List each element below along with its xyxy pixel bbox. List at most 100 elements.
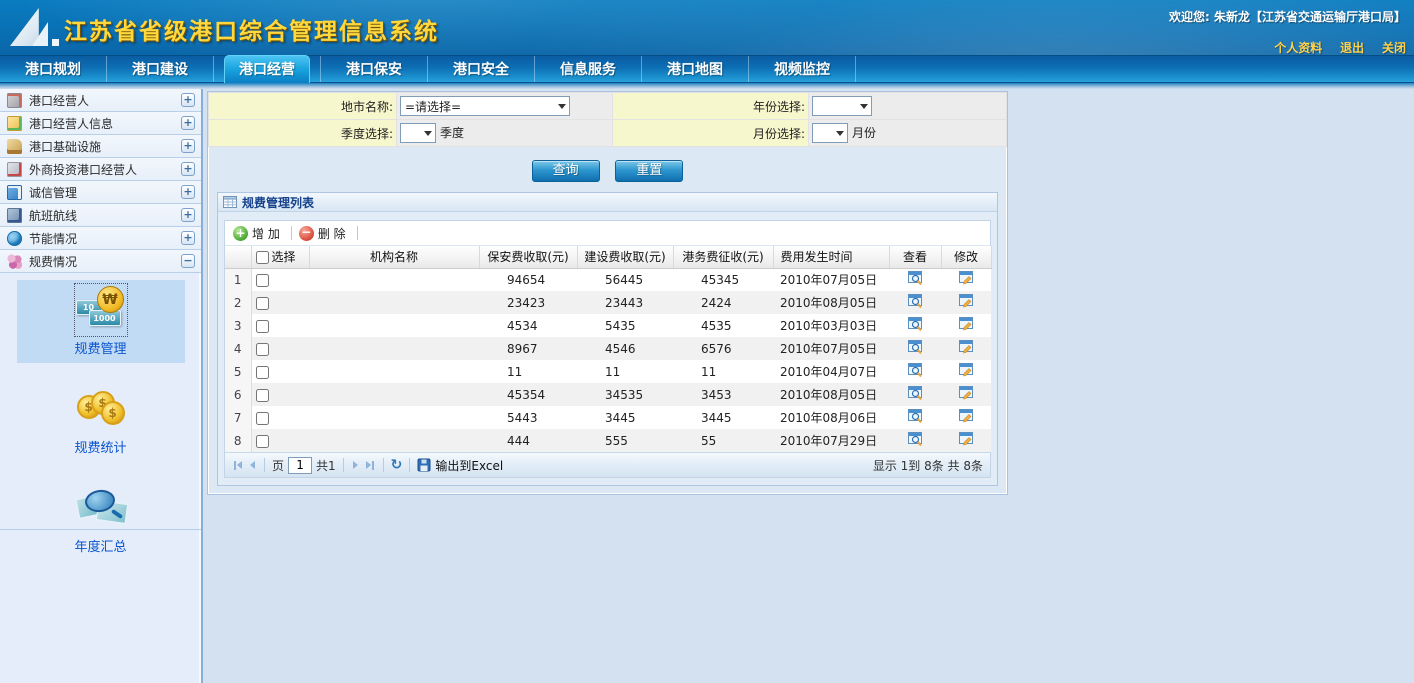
view-icon[interactable]	[908, 271, 923, 286]
date-cell: 2010年07月05日	[773, 268, 889, 291]
view-icon[interactable]	[908, 386, 923, 401]
table-row[interactable]: 6453543453534532010年08月05日	[225, 383, 991, 406]
row-number: 4	[225, 337, 251, 360]
tab-info-service[interactable]: 信息服务	[535, 56, 642, 82]
table-row[interactable]: 51111112010年04月07日	[225, 360, 991, 383]
fees-submenu: 10 1000 ₩ 规费管理 $ $ $ 规费统计	[0, 273, 201, 561]
city-select[interactable]: =请选择=	[400, 96, 570, 116]
table-row[interactable]: 19465456445453452010年07月05日	[225, 268, 991, 291]
security-fee-cell: 23423	[479, 291, 577, 314]
sidebar-item-energy-saving[interactable]: 节能情况 +	[0, 227, 201, 250]
port-fee-cell: 2424	[673, 291, 773, 314]
port-fee-cell: 4535	[673, 314, 773, 337]
row-number: 5	[225, 360, 251, 383]
row-number: 6	[225, 383, 251, 406]
expand-toggle[interactable]: +	[181, 93, 195, 107]
row-checkbox[interactable]	[256, 435, 269, 448]
port-fee-cell: 6576	[673, 337, 773, 360]
logo-dot	[52, 39, 59, 46]
expand-toggle[interactable]: +	[181, 116, 195, 130]
flight-routes-icon	[7, 208, 22, 223]
close-link[interactable]: 关闭	[1382, 41, 1406, 55]
tab-port-security[interactable]: 港口保安	[321, 56, 428, 82]
tab-port-map[interactable]: 港口地图	[642, 56, 749, 82]
sidebar-item-operator-info[interactable]: 港口经营人信息 +	[0, 112, 201, 135]
welcome-text: 欢迎您: 朱新龙【江苏省交通运输厅港口局】	[1169, 8, 1406, 25]
collapse-toggle[interactable]: −	[181, 254, 195, 268]
view-icon[interactable]	[908, 340, 923, 355]
next-page-button[interactable]	[351, 459, 360, 471]
sidebar-item-integrity[interactable]: 诚信管理 +	[0, 181, 201, 204]
view-icon[interactable]	[908, 409, 923, 424]
row-checkbox[interactable]	[256, 343, 269, 356]
add-button[interactable]: + 增 加	[231, 225, 286, 242]
reset-button[interactable]: 重置	[615, 160, 683, 182]
date-cell: 2010年08月05日	[773, 383, 889, 406]
row-checkbox[interactable]	[256, 389, 269, 402]
tab-port-safety[interactable]: 港口安全	[428, 56, 535, 82]
pager: 页 共1 ↻	[225, 452, 990, 477]
row-checkbox[interactable]	[256, 274, 269, 287]
expand-toggle[interactable]: +	[181, 231, 195, 245]
tab-video-monitor[interactable]: 视频监控	[749, 56, 856, 82]
sidebar-item-infrastructure[interactable]: 港口基础设施 +	[0, 135, 201, 158]
sidebar: 港口经营人 + 港口经营人信息 + 港口基础设施 + 外商投资港口经营人 + 诚…	[0, 89, 203, 683]
prev-page-button[interactable]	[248, 459, 257, 471]
delete-button[interactable]: − 删 除	[297, 225, 352, 242]
tab-port-construction[interactable]: 港口建设	[107, 56, 214, 82]
view-icon[interactable]	[908, 317, 923, 332]
last-page-button[interactable]	[364, 459, 376, 472]
month-select[interactable]	[812, 123, 848, 143]
expand-toggle[interactable]: +	[181, 139, 195, 153]
profile-link[interactable]: 个人资料	[1274, 41, 1322, 55]
col-security-fee: 保安费收取(元)	[479, 246, 577, 268]
table-row[interactable]: 2234232344324242010年08月05日	[225, 291, 991, 314]
row-checkbox[interactable]	[256, 412, 269, 425]
table-row[interactable]: 75443344534452010年08月06日	[225, 406, 991, 429]
view-icon[interactable]	[908, 432, 923, 447]
year-select[interactable]	[812, 96, 872, 116]
edit-icon[interactable]	[959, 317, 974, 332]
table-row[interactable]: 48967454665762010年07月05日	[225, 337, 991, 360]
search-button[interactable]: 查询	[532, 160, 600, 182]
logout-link[interactable]: 退出	[1340, 41, 1364, 55]
edit-icon[interactable]	[959, 340, 974, 355]
annual-summary-icon	[75, 482, 127, 534]
quarter-select[interactable]	[400, 123, 436, 143]
sidebar-item-flight-routes[interactable]: 航班航线 +	[0, 204, 201, 227]
sidebar-item-port-operator[interactable]: 港口经营人 +	[0, 89, 201, 112]
view-icon[interactable]	[908, 294, 923, 309]
expand-toggle[interactable]: +	[181, 208, 195, 222]
edit-icon[interactable]	[959, 294, 974, 309]
row-checkbox[interactable]	[256, 297, 269, 310]
month-suffix: 月份	[852, 126, 876, 140]
tab-port-planning[interactable]: 港口规划	[0, 56, 107, 82]
export-excel-button[interactable]: 输出到Excel	[417, 457, 503, 474]
page-input[interactable]	[288, 457, 312, 474]
edit-icon[interactable]	[959, 386, 974, 401]
table-row[interactable]: 34534543545352010年03月03日	[225, 314, 991, 337]
table-row[interactable]: 8444555552010年07月29日	[225, 429, 991, 452]
edit-icon[interactable]	[959, 271, 974, 286]
expand-toggle[interactable]: +	[181, 162, 195, 176]
submenu-fee-statistics[interactable]: $ $ $ 规费统计	[17, 379, 185, 462]
submenu-fee-management[interactable]: 10 1000 ₩ 规费管理	[17, 280, 185, 363]
port-fee-cell: 3453	[673, 383, 773, 406]
submenu-annual-summary[interactable]: 年度汇总	[17, 478, 185, 561]
edit-icon[interactable]	[959, 409, 974, 424]
edit-icon[interactable]	[959, 363, 974, 378]
refresh-icon[interactable]: ↻	[391, 458, 403, 472]
first-page-button[interactable]	[232, 459, 244, 472]
chevron-down-icon	[558, 104, 566, 109]
sidebar-item-foreign-investment[interactable]: 外商投资港口经营人 +	[0, 158, 201, 181]
security-fee-cell: 5443	[479, 406, 577, 429]
tab-port-operation[interactable]: 港口经营	[214, 56, 321, 82]
edit-icon[interactable]	[959, 432, 974, 447]
select-all-checkbox[interactable]	[256, 251, 269, 264]
row-checkbox[interactable]	[256, 366, 269, 379]
sidebar-item-fees[interactable]: 规费情况 −	[0, 250, 201, 273]
construction-fee-cell: 34535	[577, 383, 673, 406]
expand-toggle[interactable]: +	[181, 185, 195, 199]
row-checkbox[interactable]	[256, 320, 269, 333]
view-icon[interactable]	[908, 363, 923, 378]
